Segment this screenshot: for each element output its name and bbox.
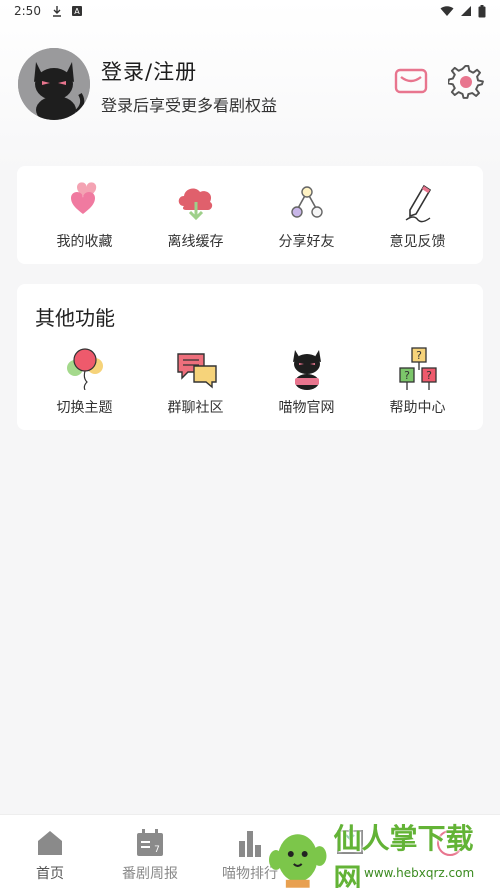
switch-theme-button[interactable]: 切换主题: [29, 346, 140, 417]
svg-text:?: ?: [404, 369, 410, 382]
status-bar: 2:50 A: [0, 0, 500, 22]
offline-cache-button[interactable]: 离线缓存: [140, 180, 251, 251]
cloud-download-icon: [178, 188, 212, 221]
favorites-button[interactable]: 我的收藏: [29, 180, 140, 251]
wifi-icon: [440, 6, 454, 16]
login-subtitle: 登录后享受更多看剧权益: [101, 96, 278, 115]
calendar-icon: 7: [137, 829, 163, 856]
hearts-icon: [70, 182, 96, 214]
help-center-button[interactable]: ? ? ? 帮助中心: [362, 346, 473, 417]
pen-feedback-icon: [405, 184, 431, 223]
other-functions-title: 其他功能: [35, 306, 115, 330]
signal-icon: [461, 6, 471, 16]
download-status-icon: [52, 6, 61, 17]
nav-home[interactable]: 首页: [0, 815, 100, 888]
other-functions-grid: 切换主题 群聊社区 喵物官网 ? ? ? 帮助中心: [17, 346, 483, 417]
status-time: 2:50: [14, 4, 41, 18]
official-site-label: 喵物官网: [278, 400, 335, 416]
nav-weekly-label: 番剧周报: [122, 866, 178, 882]
chat-bubbles-icon: [176, 353, 217, 389]
cactus-logo-icon: [268, 834, 327, 888]
share-friends-button[interactable]: 分享好友: [251, 180, 362, 251]
black-cat-icon: [292, 350, 321, 390]
feedback-button[interactable]: 意见反馈: [362, 180, 473, 251]
gear-icon: [447, 64, 484, 99]
nav-home-label: 首页: [36, 866, 64, 882]
feedback-label: 意见反馈: [389, 234, 446, 250]
balloons-icon: [66, 348, 103, 390]
quick-actions-grid: 我的收藏 离线缓存 分享好友 意见反馈: [17, 180, 483, 251]
watermark-url: www.hebxqrz.com: [364, 866, 475, 880]
group-chat-label: 群聊社区: [167, 400, 224, 416]
watermark: 仙人掌下载网 www.hebxqrz.com: [268, 822, 500, 888]
other-functions-card: 其他功能 切换主题 群聊社区 喵物官网 ? ? ? 帮助中心: [17, 284, 483, 430]
share-nodes-icon: [290, 186, 323, 218]
offline-cache-label: 离线缓存: [167, 234, 224, 250]
svg-text:A: A: [74, 7, 80, 16]
settings-button[interactable]: [447, 64, 484, 100]
mail-icon: [394, 68, 428, 94]
official-site-button[interactable]: 喵物官网: [251, 346, 362, 417]
favorites-label: 我的收藏: [56, 234, 113, 250]
bar-chart-icon: [239, 831, 261, 857]
help-center-label: 帮助中心: [389, 400, 446, 416]
battery-icon: [478, 4, 486, 17]
share-friends-label: 分享好友: [278, 234, 335, 250]
group-chat-button[interactable]: 群聊社区: [140, 346, 251, 417]
quick-actions-card: 我的收藏 离线缓存 分享好友 意见反馈: [17, 166, 483, 264]
avatar[interactable]: [18, 48, 90, 120]
black-cat-avatar-icon: [18, 48, 90, 120]
svg-text:?: ?: [426, 369, 432, 382]
home-icon: [38, 831, 62, 855]
question-signs-icon: ? ? ?: [398, 347, 437, 390]
svg-text:?: ?: [416, 349, 422, 362]
svg-text:7: 7: [154, 845, 160, 855]
mail-button[interactable]: [394, 66, 428, 96]
nav-weekly[interactable]: 7 番剧周报: [100, 815, 200, 888]
app-status-icon: A: [71, 6, 82, 16]
switch-theme-label: 切换主题: [56, 400, 113, 416]
login-title[interactable]: 登录/注册: [101, 56, 197, 86]
